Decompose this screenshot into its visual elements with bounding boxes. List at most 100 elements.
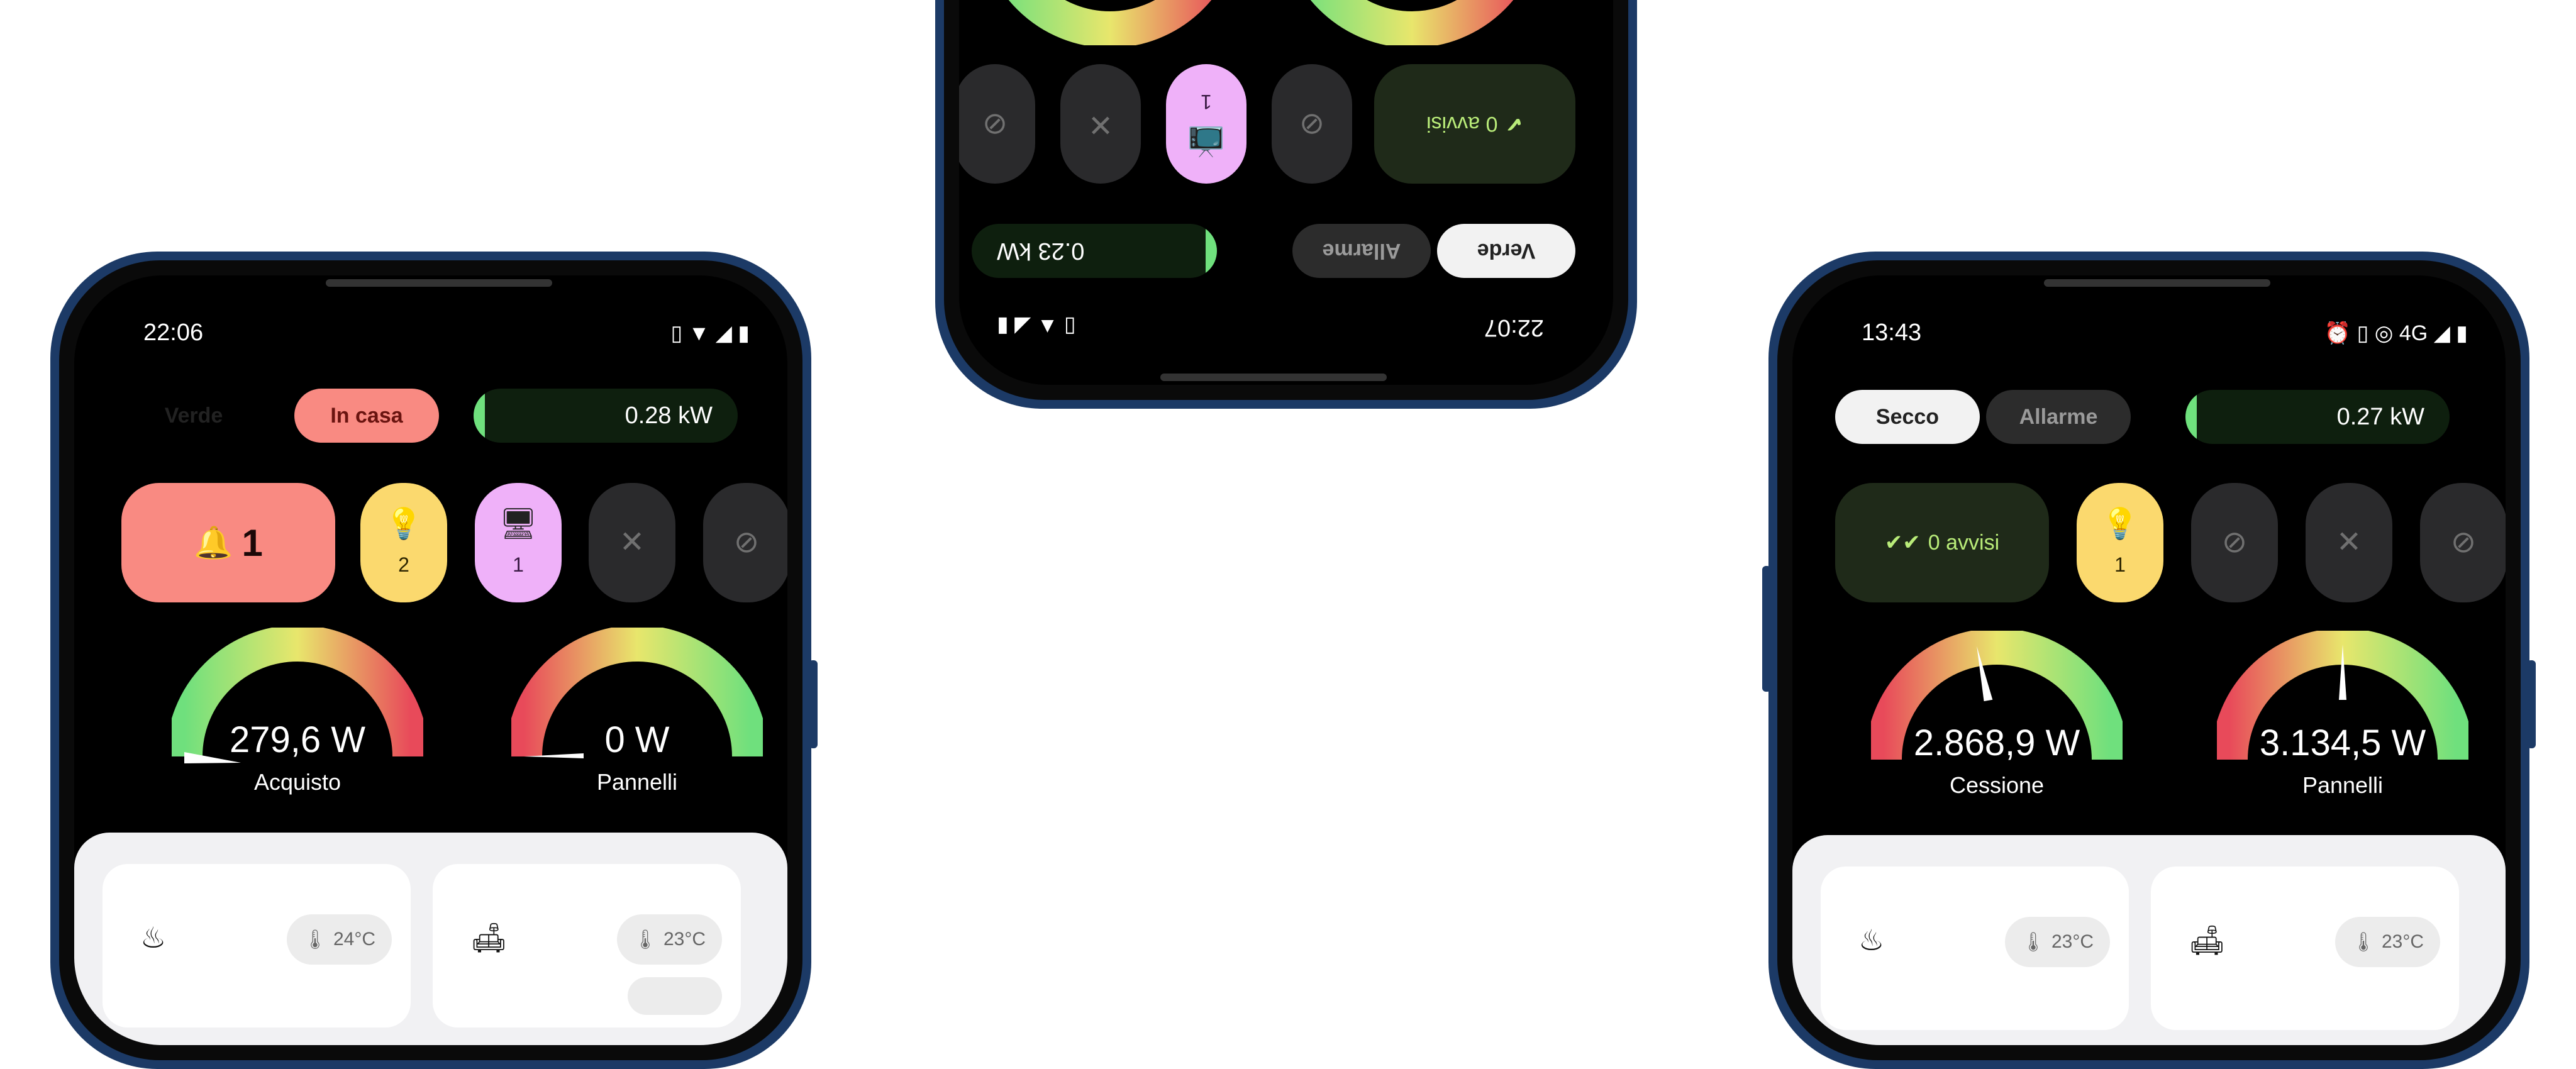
tile-count: 1 [513,553,524,576]
power-meter[interactable]: 0.23 kW [972,224,1217,278]
room-temp-value: 23°C [663,929,706,950]
tile-count: 2 [398,553,409,576]
phone-screen: 22:07 ▯ ▲ ◢ ▮ Verde Allarme 0.23 kW ✔ 0 … [959,0,1613,385]
presence-pill[interactable]: In casa [294,389,439,443]
room-secondary-chip [628,977,722,1015]
room-card-living[interactable]: 🛋 🌡 23°C [2151,867,2459,1030]
mode-pill[interactable]: Secco [1835,390,1980,444]
no-appliance-icon: ⊘ [982,108,1008,141]
no-light-icon: ⊘ [1299,108,1325,141]
mode-pill[interactable]: Verde [1437,224,1575,278]
no-tv-icon: ⊘ [2221,526,2248,559]
power-meter-bar [474,389,485,443]
fan-tile[interactable]: ✕ [589,483,675,602]
alert-tile[interactable]: 🔔 1 [121,483,335,602]
tile-count: 1 [1201,91,1212,114]
fan-tile[interactable]: ✕ [2306,483,2392,602]
thermometer-icon: 🌡 [2351,931,2375,953]
thermometer-icon: 🌡 [2021,931,2045,953]
kitchen-pot-icon: ♨ [1858,924,1885,956]
no-appliance-icon: ⊘ [2450,526,2477,559]
power-meter-bar [1206,224,1217,278]
gauge-arcs [979,0,1543,45]
alarm-pill[interactable]: Allarme [1986,390,2131,444]
light-bulb-icon: 💡 [2101,507,2139,541]
tv-tile[interactable]: 📺 1 [1166,64,1246,184]
lights-tile[interactable]: ⊘ [1272,64,1352,184]
phone-screen: 22:06 ▯ ▼ ◢ ▮ Verde In casa 0.28 kW 🔔 1 … [74,275,787,1045]
power-meter-value: 0.28 kW [625,402,713,429]
power-meter-value: 0.23 kW [997,238,1085,265]
power-meter[interactable]: 0.27 kW [2185,390,2450,444]
alert-tile[interactable]: ✔✔ 0 avvisi [1835,483,2049,602]
status-icons: ▯ ▼ ◢ ▮ [670,321,750,345]
room-card-living[interactable]: 🛋 🌡 23°C [433,864,741,1027]
gauge-label: Pannelli [2302,772,2384,798]
appliance-tile[interactable]: ⊘ [959,64,1035,184]
kitchen-pot-icon: ♨ [140,921,167,954]
sofa-icon: 🛋 [2189,924,2226,956]
mode-pill-label: Verde [164,403,223,428]
status-bar: 22:06 ▯ ▼ ◢ ▮ [74,275,787,370]
room-card-kitchen[interactable]: ♨ 🌡 24°C [103,864,411,1027]
sofa-icon: 🛋 [470,921,508,954]
side-button [2527,660,2536,748]
tv-tile[interactable]: 🖥 1 [475,483,562,602]
gauge-value: 279,6 W [230,719,365,760]
alert-count: 0 avvisi [1928,530,2000,555]
double-check-icon: ✔✔ [1884,531,1921,555]
presence-pill-label: In casa [330,403,403,428]
alert-count: 0 avvisi [1426,112,1498,136]
room-temp: 🌡 23°C [2334,917,2440,967]
no-fan-icon: ✕ [1087,108,1114,141]
thermometer-icon: 🌡 [633,929,657,950]
alert-tile[interactable]: ✔ 0 avvisi [1374,64,1575,184]
alert-count: 1 [242,521,263,564]
room-temp: 🌡 23°C [2004,917,2110,967]
alarm-pill-label: Allarme [2019,404,2098,429]
gauge-pannelli: 0 W Pannelli [511,628,763,816]
phone-screen: 13:43 ⏰ ▯ ◎ 4G ◢ ▮ Secco Allarme 0.27 kW… [1792,275,2506,1045]
appliance-tile[interactable]: ⊘ [2420,483,2506,602]
tv-tile[interactable]: ⊘ [2191,483,2278,602]
no-appliance-icon: ⊘ [733,526,760,559]
room-temp-value: 23°C [2381,931,2424,952]
phone-left: 22:06 ▯ ▼ ◢ ▮ Verde In casa 0.28 kW 🔔 1 … [50,252,818,1069]
status-time: 13:43 [1862,319,1922,346]
gauge-value: 3.134,5 W [2259,723,2426,763]
fan-tile[interactable]: ✕ [1060,64,1141,184]
status-bar: 13:43 ⏰ ▯ ◎ 4G ◢ ▮ [1792,275,2506,370]
double-check-icon: ✔ [1505,112,1523,136]
room-card-kitchen[interactable]: ♨ 🌡 23°C [1821,867,2129,1030]
gauge-value: 2.868,9 W [1913,723,2080,763]
gauge-label: Cessione [1949,772,2045,798]
side-button [809,660,818,748]
status-icons: ▯ ▲ ◢ ▮ [997,315,1076,339]
power-meter[interactable]: 0.28 kW [474,389,738,443]
mode-pill[interactable]: Verde [121,389,266,443]
mode-pill-label: Verde [1477,239,1536,263]
no-fan-icon: ✕ [2336,526,2362,559]
side-button [1762,566,1771,692]
lights-tile[interactable]: 💡 2 [360,483,447,602]
phone-middle: 22:07 ▯ ▲ ◢ ▮ Verde Allarme 0.23 kW ✔ 0 … [935,0,1637,409]
tv-icon: 🖥 [499,507,538,541]
status-bar: 22:07 ▯ ▲ ◢ ▮ [959,291,1613,385]
gauge-value: 0 W [604,719,670,760]
room-temp: 🌡 24°C [286,914,392,965]
tile-count: 1 [2114,553,2126,576]
room-temp-value: 23°C [2051,931,2094,952]
bell-alert-icon: 🔔 [194,524,233,560]
alarm-pill-label: Allarme [1322,239,1401,263]
room-temp: 🌡 23°C [616,914,722,965]
gauge-cessione: 2.868,9 W Cessione [1871,631,2123,819]
alarm-pill[interactable]: Allarme [1292,224,1431,278]
gauge-label: Acquisto [253,769,341,795]
gauge-pannelli: 3.134,5 W Pannelli [2217,631,2468,819]
appliance-tile[interactable]: ⊘ [703,483,787,602]
status-icons: ⏰ ▯ ◎ 4G ◢ ▮ [2324,321,2468,345]
mode-pill-label: Secco [1875,404,1940,429]
power-meter-value: 0.27 kW [2336,403,2424,430]
light-bulb-icon: 💡 [385,507,423,541]
lights-tile[interactable]: 💡 1 [2077,483,2163,602]
